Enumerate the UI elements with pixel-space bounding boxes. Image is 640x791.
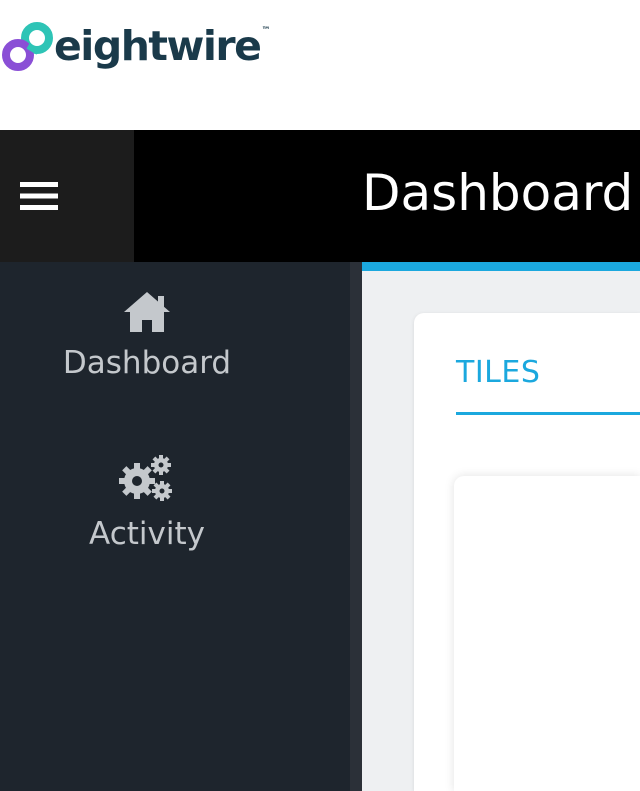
tab-active-indicator (456, 412, 640, 415)
page-title: Dashboard (362, 164, 634, 222)
sidebar-item-label: Activity (89, 516, 205, 552)
tile-panel (454, 476, 640, 791)
app-header: Dashboard (0, 130, 640, 262)
sidebar-item-dashboard[interactable]: Dashboard (0, 290, 294, 379)
hamburger-icon (20, 182, 58, 210)
sidebar-item-activity[interactable]: Activity (0, 453, 294, 550)
sidebar-item-label: Dashboard (62, 345, 232, 381)
home-icon (124, 292, 170, 332)
trademark-mark: ™ (261, 26, 271, 36)
tab-tiles[interactable]: TILES (456, 358, 540, 388)
gears-icon (119, 455, 172, 501)
top-bar: eightwire ™ (0, 0, 640, 130)
logo-wordmark: eightwire (54, 21, 262, 70)
sidebar-divider (350, 262, 362, 791)
logo-mark-icon (2, 22, 53, 71)
menu-toggle-button[interactable] (0, 130, 134, 262)
eightwire-logo[interactable]: eightwire ™ (0, 14, 300, 78)
